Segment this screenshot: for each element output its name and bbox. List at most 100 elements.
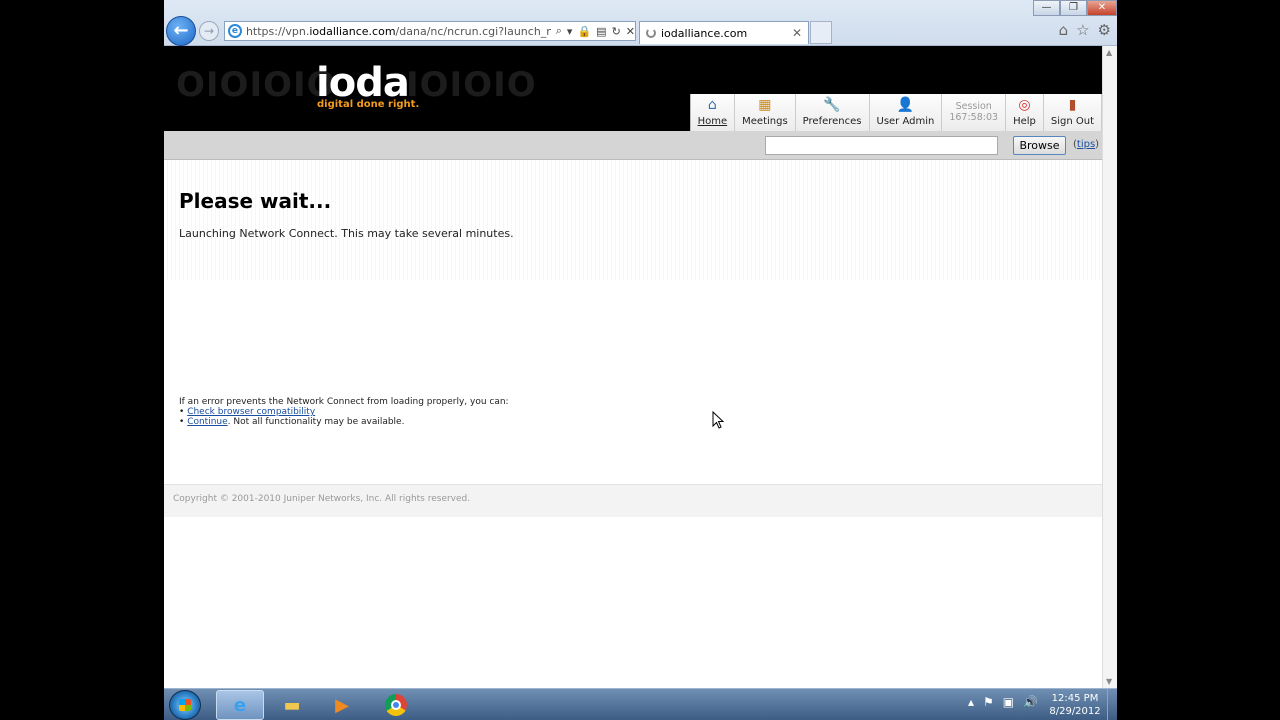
toolbar-sign-out-label: Sign Out [1050, 116, 1094, 127]
url-prefix: https://vpn. [245, 24, 310, 38]
session-time: 167:58:03 [949, 112, 999, 123]
toolbar-sign-out[interactable]: ▮ Sign Out [1043, 94, 1102, 131]
calendar-icon: ▦ [758, 97, 772, 113]
tray-expand-icon[interactable]: ▴ [968, 695, 974, 709]
main-content: Please wait... Launching Network Connect… [164, 160, 1102, 484]
folder-icon: ▬ [283, 694, 301, 716]
windows-logo-icon [179, 699, 191, 711]
vertical-scrollbar[interactable]: ▲ ▼ [1102, 46, 1117, 688]
minimize-button[interactable]: — [1033, 0, 1060, 16]
address-bar[interactable]: e https://vpn.iodalliance.com/dana/nc/nc… [224, 21, 636, 41]
compatibility-view-icon[interactable]: ▤ [596, 25, 606, 38]
address-url[interactable]: https://vpn.iodalliance.com/dana/nc/ncru… [246, 25, 551, 38]
clock-date: 8/29/2012 [1049, 706, 1101, 717]
gear-icon[interactable]: ⚙ [1098, 21, 1111, 39]
taskbar-clock[interactable]: 12:45 PM 8/29/2012 [1044, 692, 1106, 718]
error-help-block: If an error prevents the Network Connect… [179, 397, 509, 427]
browse-url-input[interactable] [765, 136, 998, 155]
action-center-flag-icon[interactable]: ⚑ [983, 695, 994, 709]
continue-note: . Not all functionality may be available… [227, 417, 405, 427]
portal-toolbar: ⌂ Home ▦ Meetings 🔧 Preferences 👤 User A… [689, 94, 1102, 131]
browse-button[interactable]: Browse [1013, 136, 1066, 155]
taskbar-internet-explorer[interactable]: e [216, 690, 264, 720]
tips-wrapper: (tips) [1073, 139, 1099, 150]
mouse-cursor-icon [712, 411, 724, 429]
session-label: Session [955, 101, 992, 112]
taskbar-chrome[interactable] [372, 690, 420, 720]
window-controls: — ❐ ✕ [1033, 0, 1117, 16]
toolbar-meetings-label: Meetings [742, 116, 788, 127]
scroll-up-icon[interactable]: ▲ [1106, 48, 1112, 57]
check-compatibility-link[interactable]: Check browser compatibility [187, 407, 315, 417]
clock-time: 12:45 PM [1051, 693, 1099, 704]
toolbar-session: Session 167:58:03 [942, 94, 1007, 131]
page-title: Please wait... [179, 189, 332, 213]
toolbar-home[interactable]: ⌂ Home [690, 94, 736, 131]
forward-button[interactable]: → [199, 21, 219, 41]
tab-title: iodalliance.com [661, 26, 748, 40]
home-icon: ⌂ [707, 97, 717, 113]
continue-link[interactable]: Continue [187, 417, 227, 427]
internet-explorer-icon: e [233, 694, 247, 716]
toolbar-user-admin-label: User Admin [876, 116, 935, 127]
favorites-star-icon[interactable]: ☆ [1076, 21, 1089, 39]
windows-taskbar: e ▬ ▶ ▴ ⚑ ▣ 🔊 12:45 PM 8/29/2012 [164, 688, 1117, 720]
binary-decoration-right: IOIOIO [406, 65, 537, 105]
home-icon[interactable]: ⌂ [1059, 21, 1069, 39]
tips-link[interactable]: tips [1077, 139, 1095, 150]
taskbar-explorer[interactable]: ▬ [268, 690, 316, 720]
browser-window: — ❐ ✕ ← → e https://vpn.iodalliance.com/… [164, 0, 1117, 720]
list-item: • Continue. Not all functionality may be… [179, 417, 509, 427]
system-tray: ▴ ⚑ ▣ 🔊 [968, 695, 1038, 709]
page-footer: Copyright © 2001-2010 Juniper Networks, … [164, 484, 1102, 517]
media-player-icon: ▶ [335, 694, 349, 716]
close-button[interactable]: ✕ [1087, 0, 1117, 16]
ie-favicon-icon: e [228, 24, 242, 38]
tab-close-icon[interactable]: ✕ [792, 26, 802, 40]
list-item: • Check browser compatibility [179, 407, 509, 417]
start-button[interactable] [169, 690, 201, 720]
url-path: /dana/nc/ncrun.cgi?launch_nc=1&redir [395, 24, 551, 38]
toolbar-meetings[interactable]: ▦ Meetings [735, 94, 796, 131]
toolbar-user-admin[interactable]: 👤 User Admin [869, 94, 943, 131]
lock-icon[interactable]: 🔒 [577, 25, 591, 38]
taskbar-media-player[interactable]: ▶ [318, 690, 366, 720]
arrow-right-icon: → [203, 24, 215, 38]
volume-icon[interactable]: 🔊 [1023, 695, 1038, 709]
dropdown-arrow-icon[interactable]: ▾ [567, 25, 573, 38]
user-icon: 👤 [896, 97, 915, 113]
network-icon[interactable]: ▣ [1003, 695, 1014, 709]
toolbar-help[interactable]: ◎ Help [1006, 94, 1044, 131]
tips-close-paren: ) [1095, 139, 1100, 150]
arrow-left-icon: ← [173, 20, 189, 41]
binary-decoration-left: OIOIOIO [176, 65, 337, 105]
url-domain: iodalliance.com [309, 24, 396, 38]
page-header: OIOIOIO ioda IOIOIO digital done right. … [164, 46, 1102, 131]
bullet-glyph: • [179, 407, 185, 417]
content-background [164, 280, 1102, 484]
search-icon[interactable]: ⌕ [556, 24, 562, 38]
stop-icon[interactable]: ✕ [626, 25, 635, 38]
browse-bar: Browse (tips) [164, 131, 1102, 160]
web-page: OIOIOIO ioda IOIOIO digital done right. … [164, 46, 1102, 688]
refresh-icon[interactable]: ↻ [612, 25, 621, 38]
bullet-glyph: • [179, 417, 185, 427]
wrench-icon: 🔧 [823, 97, 841, 113]
browser-tools: ⌂ ☆ ⚙ [1059, 21, 1111, 39]
toolbar-help-label: Help [1013, 116, 1036, 127]
chrome-icon [385, 694, 407, 716]
scroll-down-icon[interactable]: ▼ [1106, 677, 1112, 686]
lifebuoy-icon: ◎ [1018, 97, 1031, 113]
browser-tab[interactable]: iodalliance.com ✕ [639, 21, 809, 44]
toolbar-preferences-label: Preferences [802, 116, 862, 127]
browser-chrome: — ❐ ✕ ← → e https://vpn.iodalliance.com/… [164, 0, 1117, 46]
back-button[interactable]: ← [166, 16, 196, 46]
toolbar-preferences[interactable]: 🔧 Preferences [795, 94, 870, 131]
new-tab-button[interactable] [810, 21, 832, 44]
door-icon: ▮ [1068, 97, 1077, 113]
maximize-button[interactable]: ❐ [1060, 0, 1087, 16]
show-desktop-button[interactable] [1107, 689, 1117, 720]
launch-message: Launching Network Connect. This may take… [179, 227, 514, 240]
copyright-text: Copyright © 2001-2010 Juniper Networks, … [173, 494, 471, 504]
toolbar-home-label: Home [697, 116, 728, 127]
